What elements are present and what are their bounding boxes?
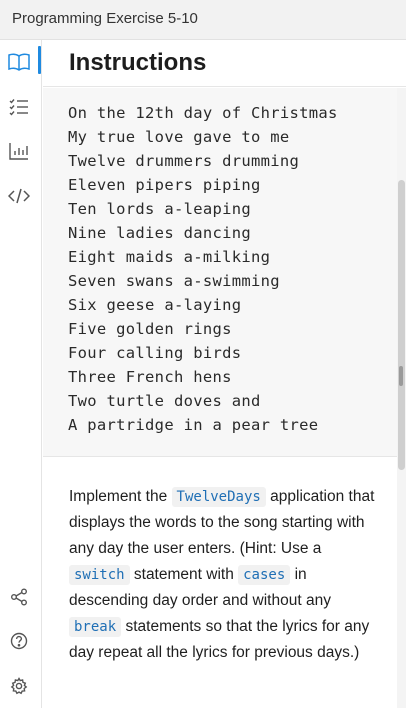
settings-icon[interactable]: [8, 675, 30, 697]
inline-code: cases: [238, 565, 291, 585]
title-bar: Programming Exercise 5-10: [0, 0, 406, 40]
code-icon[interactable]: [8, 185, 30, 207]
inline-code: break: [69, 617, 122, 637]
lyrics-line: Four calling birds: [68, 344, 242, 362]
help-icon[interactable]: [8, 630, 30, 652]
window-title: Programming Exercise 5-10: [12, 10, 198, 27]
lyrics-line: Five golden rings: [68, 320, 232, 338]
exercise-description: Implement the TwelveDays application tha…: [69, 484, 379, 666]
lyrics-line: My true love gave to me: [68, 128, 290, 146]
instructions-header: Instructions: [43, 40, 406, 87]
lyrics-line: Eleven pipers piping: [68, 176, 261, 194]
active-tab-indicator: [38, 46, 41, 74]
description-text: Implement the: [69, 488, 172, 505]
inline-code: switch: [69, 565, 130, 585]
lyrics-line: On the 12th day of Christmas: [68, 104, 338, 122]
lyrics-line: A partridge in a pear tree: [68, 416, 319, 434]
checklist-icon[interactable]: [8, 96, 30, 118]
page-title: Instructions: [69, 49, 207, 76]
bar-chart-icon[interactable]: [8, 140, 30, 162]
sidebar: [0, 40, 42, 708]
scrollbar-grip[interactable]: [399, 366, 403, 386]
lyrics-line: Twelve drummers drumming: [68, 152, 300, 170]
lyrics-line: Six geese a-laying: [68, 296, 242, 314]
lyrics-line: Seven swans a-swimming: [68, 272, 280, 290]
lyrics-line: Ten lords a-leaping: [68, 200, 252, 218]
instructions-panel: Instructions On the 12th day of Christma…: [43, 40, 406, 708]
lyrics-line: Two turtle doves and: [68, 392, 261, 410]
lyrics-line: Eight maids a-milking: [68, 248, 271, 266]
lyrics-block: On the 12th day of Christmas My true lov…: [43, 88, 397, 457]
scrollbar-thumb[interactable]: [398, 180, 405, 470]
lyrics-line: Three French hens: [68, 368, 232, 386]
scrollbar[interactable]: [397, 88, 406, 708]
inline-code: TwelveDays: [171, 487, 266, 507]
description-text: statement with: [129, 566, 239, 583]
lyrics-line: Nine ladies dancing: [68, 224, 252, 242]
share-icon[interactable]: [8, 586, 30, 608]
book-icon[interactable]: [8, 51, 30, 73]
